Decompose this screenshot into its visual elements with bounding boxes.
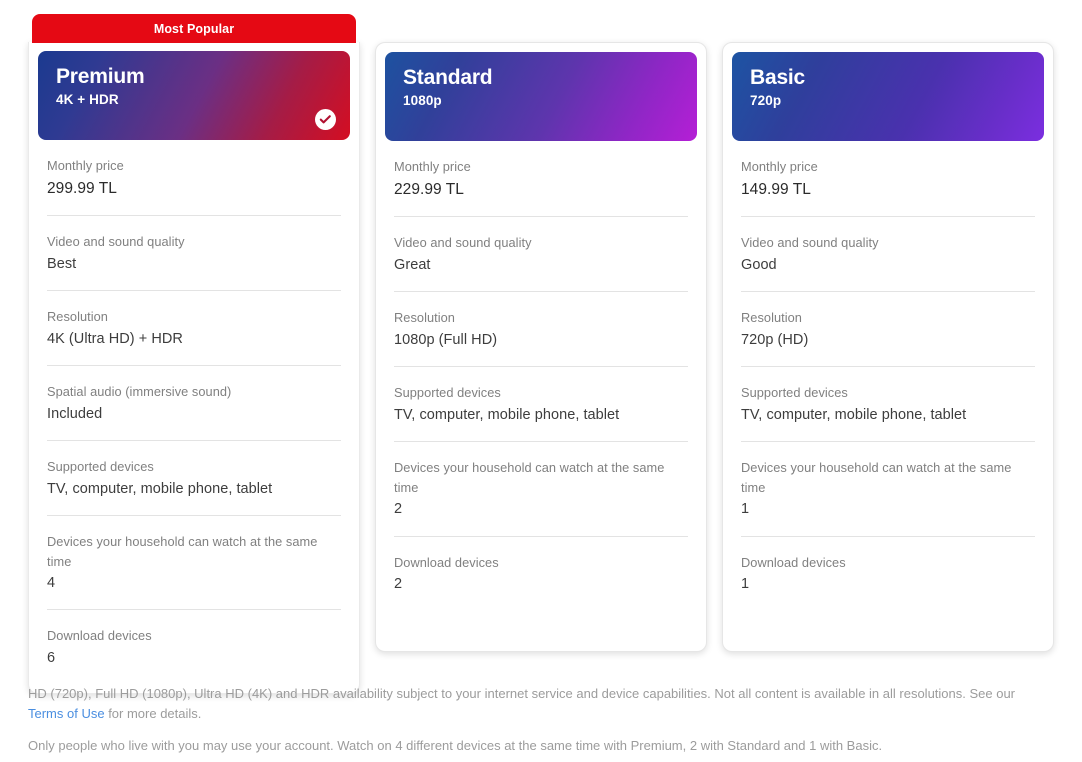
feature-list: Monthly price 229.99 TL Video and sound qu… [385, 141, 697, 610]
feature-row: Devices your household can watch at the … [741, 442, 1035, 537]
feature-value: 1 [741, 501, 750, 518]
plan-card-premium[interactable]: Premium 4K + HDR Monthly price 299.99 TL Vid… [28, 42, 360, 695]
feature-value-price: 149.99 TL [741, 180, 811, 198]
feature-value: 4 [47, 575, 56, 592]
feature-value: TV, computer, mobile phone, tablet [47, 480, 273, 497]
feature-label: Resolution [741, 310, 802, 326]
most-popular-ribbon: Most Popular [32, 14, 356, 43]
feature-label: Video and sound quality [741, 235, 879, 251]
feature-row: Monthly price 229.99 TL [394, 141, 688, 218]
plan-header-standard[interactable]: Standard 1080p [385, 52, 697, 141]
footer-line-1: HD (720p), Full HD (1080p), Ultra HD (4K… [28, 684, 1042, 724]
feature-value: 4K (Ultra HD) + HDR [47, 330, 183, 347]
feature-label: Download devices [394, 554, 499, 570]
plan-name: Basic [750, 66, 806, 89]
feature-row: Supported devices TV, computer, mobile ph… [741, 367, 1035, 442]
feature-value: TV, computer, mobile phone, tablet [394, 406, 620, 423]
feature-value-price: 229.99 TL [394, 180, 464, 198]
feature-row: Video and sound quality Best [47, 216, 341, 292]
feature-row: Resolution 4K (Ultra HD) + HDR [47, 291, 341, 366]
plan-header-basic[interactable]: Basic 720p [732, 52, 1044, 141]
feature-label: Download devices [741, 554, 846, 570]
feature-value-price: 299.99 TL [47, 179, 117, 197]
plan-column-standard[interactable]: Standard 1080p Monthly price 229.99 TL Video… [375, 14, 707, 652]
feature-value: 1080p (Full HD) [394, 331, 498, 348]
feature-label: Devices your household can watch at the … [47, 533, 318, 569]
plan-column-basic[interactable]: Basic 720p Monthly price 149.99 TL Video and… [722, 14, 1054, 652]
feature-label: Monthly price [741, 159, 818, 174]
feature-row: Resolution 720p (HD) [741, 292, 1035, 367]
plan-name: Premium [56, 65, 145, 88]
footer-line-1-text-before: HD (720p), Full HD (1080p), Ultra HD (4K… [28, 686, 1016, 701]
feature-row: Supported devices TV, computer, mobile ph… [394, 367, 688, 442]
plan-column-premium[interactable]: Most Popular Premium 4K + HDR Monthly price… [28, 14, 360, 695]
feature-value: TV, computer, mobile phone, tablet [741, 406, 967, 423]
feature-label: Devices your household can watch at the … [394, 459, 665, 495]
feature-label: Monthly price [47, 158, 124, 173]
feature-list: Monthly price 149.99 TL Video and sound qu… [732, 141, 1044, 610]
feature-label: Supported devices [47, 458, 154, 474]
footer-line-1-text-after: for more details. [104, 705, 202, 721]
feature-label: Resolution [394, 310, 455, 326]
feature-label: Download devices [47, 628, 152, 644]
feature-row: Resolution 1080p (Full HD) [394, 292, 688, 367]
feature-value: 2 [394, 576, 403, 593]
plans-row: Most Popular Premium 4K + HDR Monthly price… [0, 0, 1082, 695]
feature-label: Video and sound quality [394, 235, 532, 251]
feature-row: Monthly price 299.99 TL [47, 140, 341, 217]
plan-header-premium[interactable]: Premium 4K + HDR [38, 51, 350, 140]
feature-row: Supported devices TV, computer, mobile ph… [47, 441, 341, 516]
feature-label: Supported devices [394, 384, 501, 400]
feature-row: Spatial audio (immersive sound) Included [47, 366, 341, 441]
feature-list: Monthly price 299.99 TL Video and sound qu… [38, 140, 350, 684]
feature-row: Download devices 6 [47, 610, 341, 684]
plan-quality-tag: 720p [750, 93, 782, 109]
feature-label: Supported devices [741, 384, 848, 400]
feature-value: Included [47, 405, 103, 422]
footer-disclaimers: HD (720p), Full HD (1080p), Ultra HD (4K… [28, 684, 1042, 755]
feature-row: Download devices 2 [394, 537, 688, 611]
feature-value: Good [741, 257, 777, 274]
plan-quality-tag: 1080p [403, 93, 442, 109]
feature-value: Great [394, 257, 431, 274]
feature-label: Spatial audio (immersive sound) [47, 383, 232, 399]
plan-name: Standard [403, 66, 493, 89]
feature-value: 6 [47, 650, 56, 667]
plan-card-standard[interactable]: Standard 1080p Monthly price 229.99 TL Video… [375, 42, 707, 652]
feature-value: 1 [741, 576, 750, 593]
check-circle-icon [315, 109, 336, 130]
feature-value: 2 [394, 501, 403, 518]
feature-value: 720p (HD) [741, 331, 809, 348]
plan-card-basic[interactable]: Basic 720p Monthly price 149.99 TL Video and… [722, 42, 1054, 652]
feature-row: Monthly price 149.99 TL [741, 141, 1035, 218]
feature-label: Video and sound quality [47, 234, 185, 250]
feature-label: Resolution [47, 309, 108, 325]
plan-quality-tag: 4K + HDR [56, 92, 119, 108]
feature-row: Download devices 1 [741, 537, 1035, 611]
feature-label: Devices your household can watch at the … [741, 459, 1012, 495]
footer-line-2: Only people who live with you may use yo… [28, 737, 883, 753]
feature-row: Devices your household can watch at the … [394, 442, 688, 537]
feature-label: Monthly price [394, 159, 471, 174]
feature-row: Devices your household can watch at the … [47, 516, 341, 611]
terms-of-use-link[interactable]: Terms of Use [28, 706, 105, 721]
feature-value: Best [47, 256, 77, 273]
feature-row: Video and sound quality Great [394, 217, 688, 293]
feature-row: Video and sound quality Good [741, 217, 1035, 293]
plan-comparison-page: Most Popular Premium 4K + HDR Monthly price… [0, 0, 1082, 762]
